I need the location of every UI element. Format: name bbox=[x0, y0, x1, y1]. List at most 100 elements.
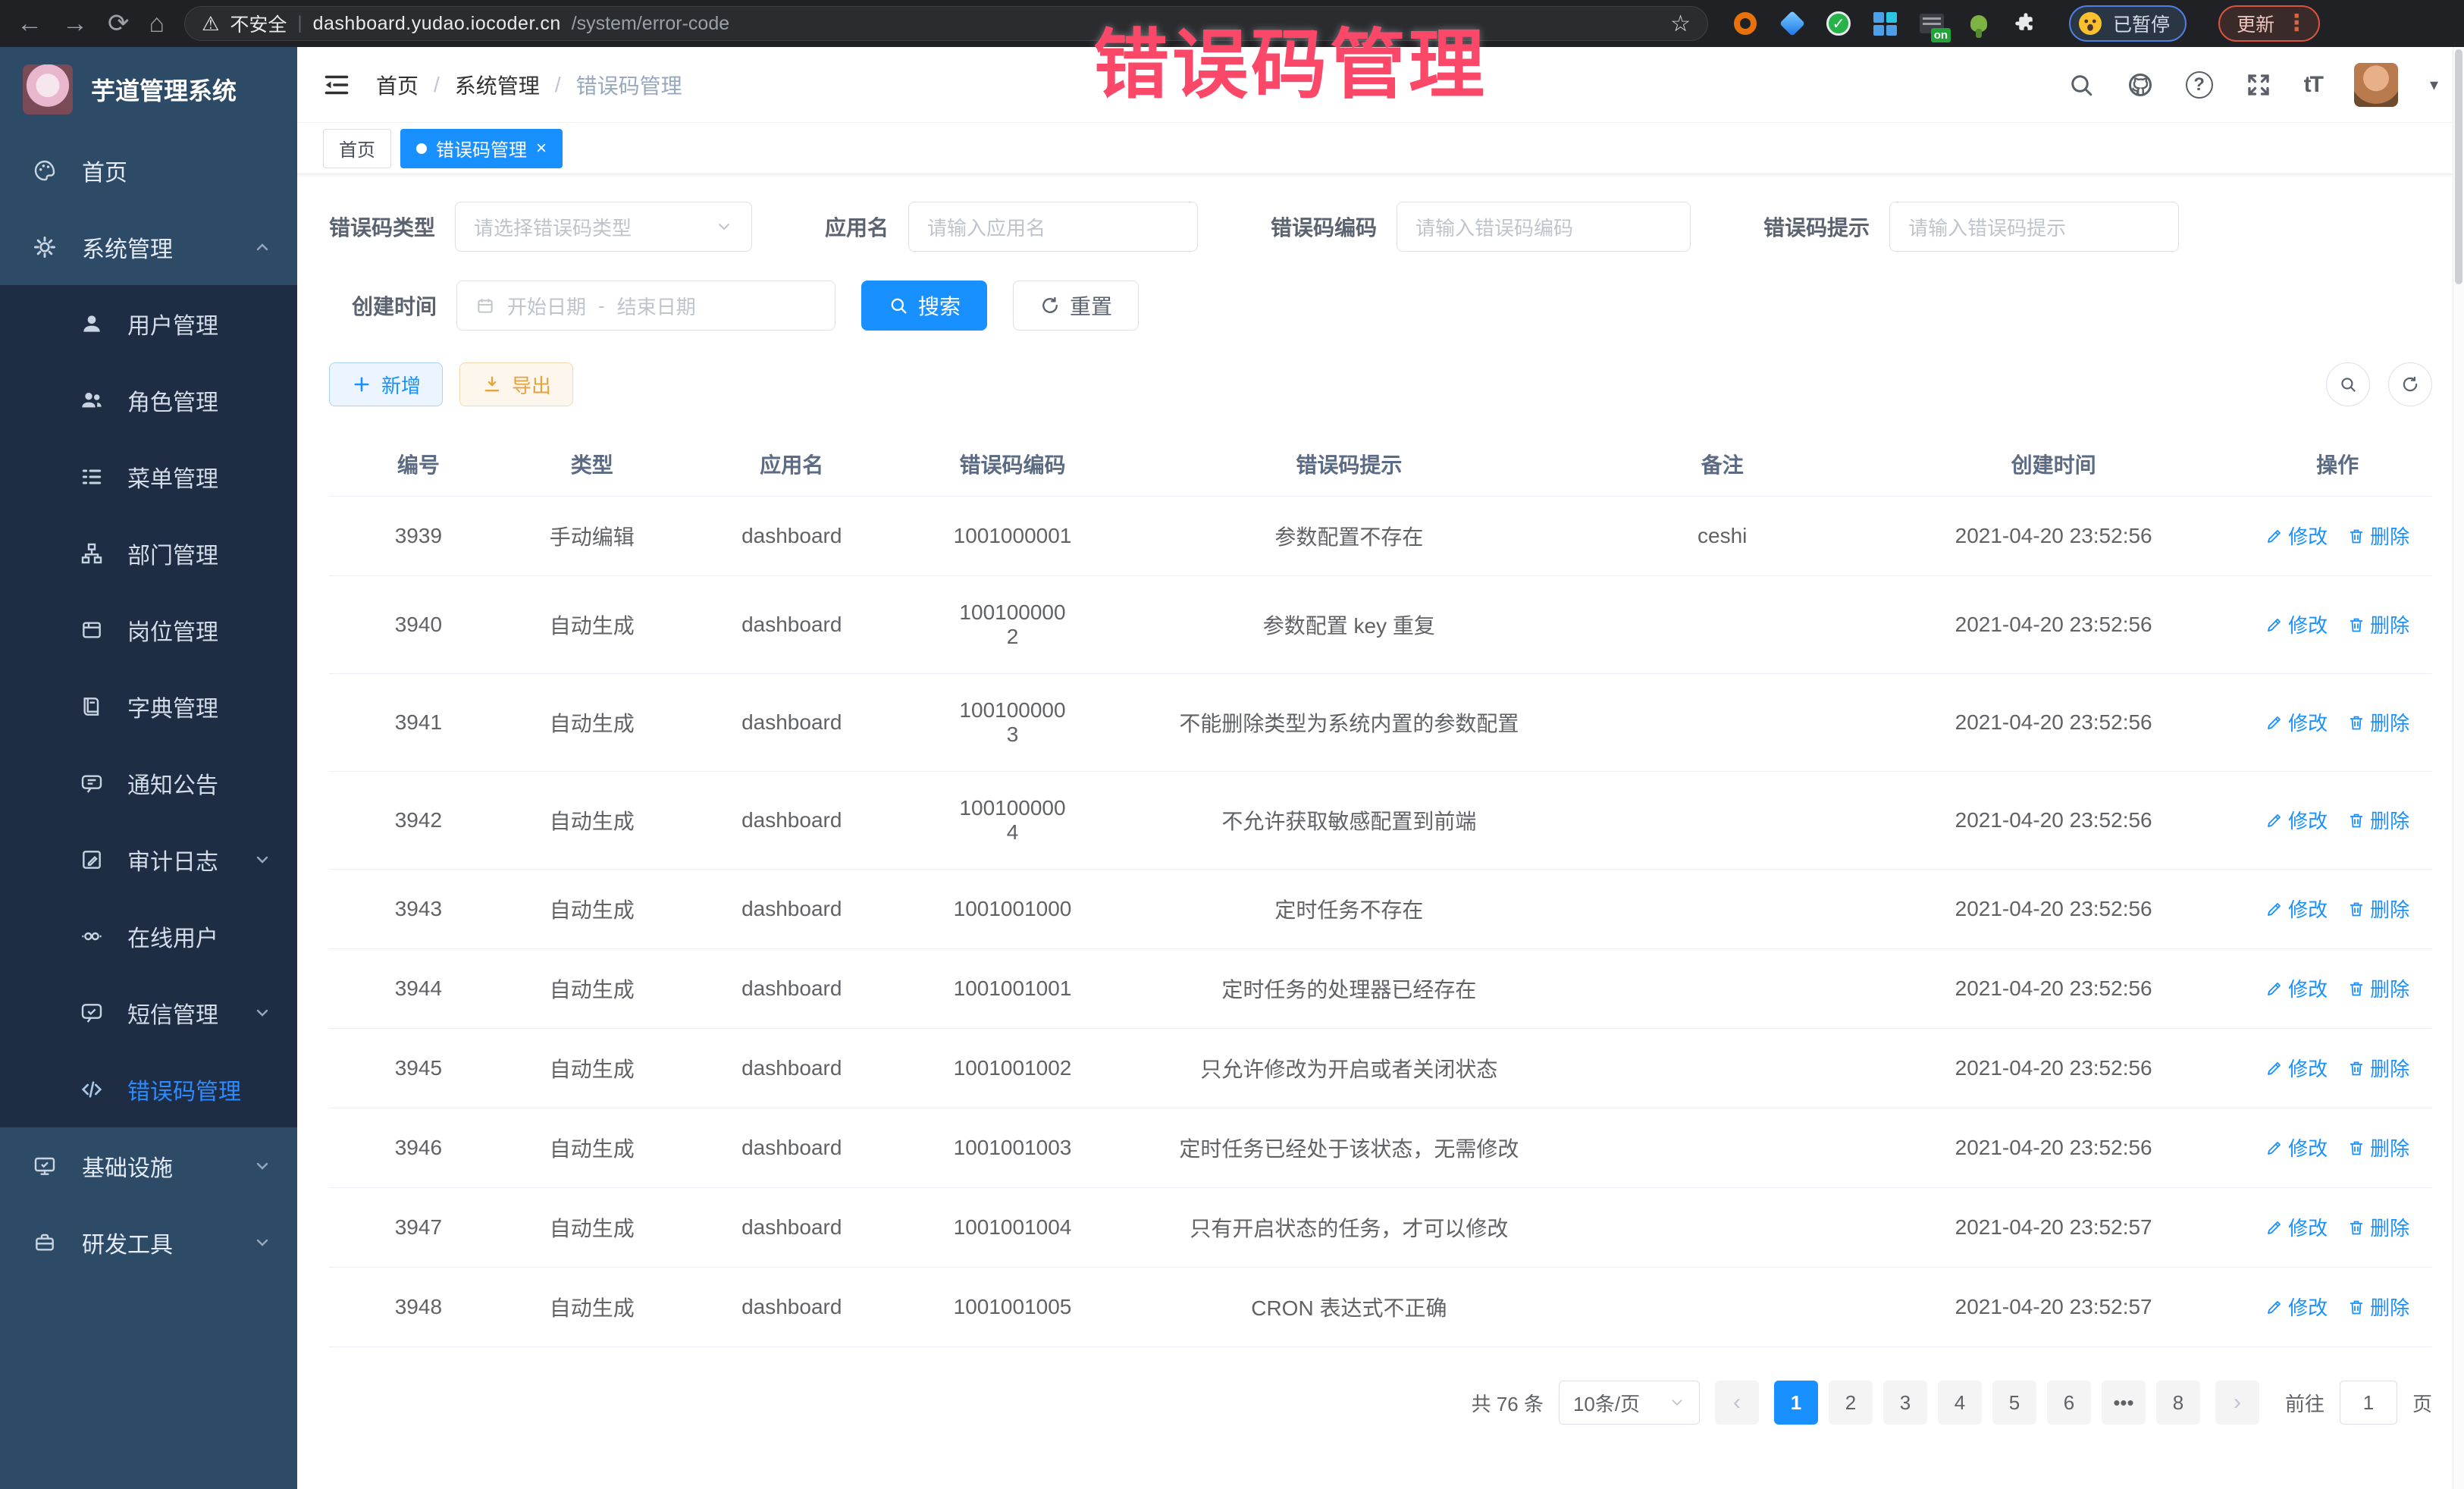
tab-0[interactable]: 首页 bbox=[323, 129, 391, 168]
edit-link[interactable]: 修改 bbox=[2265, 974, 2328, 1002]
edit-link[interactable]: 修改 bbox=[2265, 806, 2328, 834]
delete-link[interactable]: 删除 bbox=[2347, 895, 2409, 923]
sidebar-logo[interactable]: 芋道管理系统 bbox=[0, 47, 297, 132]
reset-button[interactable]: 重置 bbox=[1013, 281, 1139, 331]
date-start-placeholder[interactable]: 开始日期 bbox=[507, 292, 586, 320]
sidebar-item-8[interactable]: 通知公告 bbox=[0, 744, 297, 821]
sidebar-item-2[interactable]: 用户管理 bbox=[0, 285, 297, 362]
extension-orange-ring-icon[interactable] bbox=[1732, 11, 1758, 36]
search-icon bbox=[2338, 375, 2358, 394]
delete-link[interactable]: 删除 bbox=[2347, 974, 2409, 1002]
delete-link[interactable]: 删除 bbox=[2347, 1293, 2409, 1321]
bookmark-star-icon[interactable]: ☆ bbox=[1670, 11, 1691, 37]
user-avatar[interactable] bbox=[2354, 63, 2398, 107]
sidebar-item-13[interactable]: 基础设施 bbox=[0, 1127, 297, 1204]
extension-green-check-icon[interactable]: ✓ bbox=[1826, 11, 1851, 36]
prev-page-button[interactable]: ‹ bbox=[1715, 1381, 1759, 1425]
next-page-button[interactable]: › bbox=[2215, 1381, 2259, 1425]
refresh-table-button[interactable] bbox=[2388, 362, 2432, 406]
help-icon[interactable]: ? bbox=[2186, 71, 2213, 99]
delete-link[interactable]: 删除 bbox=[2347, 708, 2409, 736]
browser-home-icon[interactable]: ⌂ bbox=[149, 11, 165, 36]
sidebar-item-7[interactable]: 字典管理 bbox=[0, 668, 297, 744]
edit-link[interactable]: 修改 bbox=[2265, 1133, 2328, 1161]
search-button[interactable]: 搜索 bbox=[861, 281, 987, 331]
extension-blue-gem-icon[interactable] bbox=[1779, 11, 1805, 36]
page-button-2[interactable]: 2 bbox=[1829, 1381, 1873, 1425]
address-bar[interactable]: ⚠ 不安全 | dashboard.yudao.iocoder.cn/syste… bbox=[184, 6, 1708, 41]
breadcrumb-system[interactable]: 系统管理 bbox=[455, 70, 540, 100]
sidebar-item-10[interactable]: 在线用户 bbox=[0, 898, 297, 974]
page-button-8[interactable]: 8 bbox=[2156, 1381, 2200, 1425]
export-button[interactable]: 导出 bbox=[459, 362, 573, 406]
extensions-puzzle-icon[interactable] bbox=[2013, 11, 2039, 36]
page-button-4[interactable]: 4 bbox=[1938, 1381, 1982, 1425]
delete-link-label: 删除 bbox=[2370, 806, 2409, 834]
sidebar-item-3[interactable]: 角色管理 bbox=[0, 362, 297, 438]
page-scrollbar[interactable] bbox=[2453, 47, 2464, 1489]
extension-list-on-icon[interactable]: on bbox=[1919, 11, 1945, 36]
sidebar-item-1[interactable]: 系统管理 bbox=[0, 208, 297, 285]
browser-forward-icon[interactable]: → bbox=[62, 11, 88, 36]
security-label[interactable]: 不安全 bbox=[230, 10, 287, 37]
github-icon[interactable] bbox=[2127, 71, 2154, 99]
edit-link[interactable]: 修改 bbox=[2265, 522, 2328, 550]
sidebar-item-12[interactable]: 错误码管理 bbox=[0, 1051, 297, 1127]
browser-back-icon[interactable]: ← bbox=[17, 11, 42, 36]
sidebar-item-4[interactable]: 菜单管理 bbox=[0, 438, 297, 515]
sidebar-item-0[interactable]: 首页 bbox=[0, 132, 297, 208]
page-button-5[interactable]: 5 bbox=[1992, 1381, 2036, 1425]
edit-icon bbox=[2265, 900, 2284, 918]
edit-link[interactable]: 修改 bbox=[2265, 1293, 2328, 1321]
edit-link[interactable]: 修改 bbox=[2265, 610, 2328, 638]
page-size-select[interactable]: 10条/页 bbox=[1559, 1381, 1700, 1425]
close-icon[interactable]: × bbox=[536, 138, 547, 159]
delete-link[interactable]: 删除 bbox=[2347, 806, 2409, 834]
goto-label: 前往 bbox=[2285, 1389, 2324, 1417]
delete-link[interactable]: 删除 bbox=[2347, 1213, 2409, 1241]
page-button-6[interactable]: 6 bbox=[2047, 1381, 2091, 1425]
breadcrumb-home[interactable]: 首页 bbox=[376, 70, 419, 100]
page-ellipsis[interactable]: ••• bbox=[2102, 1381, 2146, 1425]
delete-link[interactable]: 删除 bbox=[2347, 1054, 2409, 1082]
user-dropdown-caret-icon[interactable]: ▾ bbox=[2430, 75, 2438, 95]
extension-plant-icon[interactable] bbox=[1966, 11, 1992, 36]
scrollbar-thumb[interactable] bbox=[2455, 49, 2462, 284]
error-code-input[interactable]: 请输入错误码编码 bbox=[1397, 202, 1691, 252]
sidebar-item-9[interactable]: 审计日志 bbox=[0, 821, 297, 898]
browser-reload-icon[interactable]: ⟳ bbox=[108, 11, 130, 36]
extension-grid-icon[interactable] bbox=[1872, 11, 1898, 36]
error-type-select[interactable]: 请选择错误码类型 bbox=[455, 202, 752, 252]
edit-link[interactable]: 修改 bbox=[2265, 708, 2328, 736]
goto-page-input[interactable] bbox=[2340, 1381, 2397, 1425]
cell-created: 2021-04-20 23:52:56 bbox=[1864, 576, 2243, 674]
page-button-1[interactable]: 1 bbox=[1774, 1381, 1818, 1425]
page-button-3[interactable]: 3 bbox=[1883, 1381, 1927, 1425]
sidebar-item-6[interactable]: 岗位管理 bbox=[0, 591, 297, 668]
edit-link[interactable]: 修改 bbox=[2265, 895, 2328, 923]
tab-1[interactable]: 错误码管理× bbox=[400, 129, 563, 168]
add-button[interactable]: 新增 bbox=[329, 362, 443, 406]
font-size-icon[interactable]: tT bbox=[2304, 72, 2322, 98]
hamburger-icon[interactable] bbox=[323, 71, 350, 99]
delete-link[interactable]: 删除 bbox=[2347, 522, 2409, 550]
search-icon[interactable] bbox=[2067, 71, 2095, 99]
edit-link[interactable]: 修改 bbox=[2265, 1213, 2328, 1241]
cell-id: 3941 bbox=[329, 674, 508, 772]
app-name-input[interactable]: 请输入应用名 bbox=[908, 202, 1198, 252]
delete-link[interactable]: 删除 bbox=[2347, 610, 2409, 638]
toggle-search-button[interactable] bbox=[2326, 362, 2370, 406]
profile-paused-badge[interactable]: 已暂停 bbox=[2069, 5, 2187, 42]
date-range-picker[interactable]: 开始日期 - 结束日期 bbox=[456, 281, 835, 331]
cell-created: 2021-04-20 23:52:56 bbox=[1864, 1108, 2243, 1188]
sidebar-item-5[interactable]: 部门管理 bbox=[0, 515, 297, 591]
delete-link[interactable]: 删除 bbox=[2347, 1133, 2409, 1161]
sidebar-item-14[interactable]: 研发工具 bbox=[0, 1204, 297, 1281]
error-msg-input[interactable]: 请输入错误码提示 bbox=[1889, 202, 2179, 252]
date-end-placeholder[interactable]: 结束日期 bbox=[617, 292, 696, 320]
browser-update-button[interactable]: 更新 ⋮ bbox=[2218, 5, 2320, 42]
sidebar-item-11[interactable]: 短信管理 bbox=[0, 974, 297, 1051]
fullscreen-icon[interactable] bbox=[2245, 71, 2272, 99]
edit-link[interactable]: 修改 bbox=[2265, 1054, 2328, 1082]
browser-menu-icon[interactable]: ⋮ bbox=[2285, 12, 2308, 35]
